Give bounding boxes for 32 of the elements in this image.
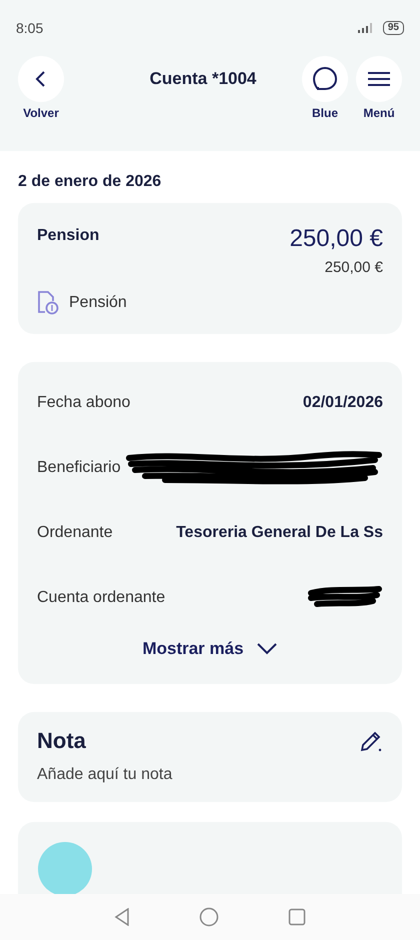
detail-value: 02/01/2026 bbox=[302, 394, 383, 412]
transaction-date: 2 de enero de 2026 bbox=[18, 173, 162, 191]
back-nav-icon[interactable] bbox=[114, 908, 130, 926]
menu-button[interactable] bbox=[356, 56, 402, 102]
transaction-title: Pension bbox=[37, 227, 100, 246]
note-title: Nota bbox=[37, 728, 86, 754]
home-nav-icon[interactable] bbox=[198, 907, 219, 927]
menu-label: Menú bbox=[363, 106, 395, 120]
edit-button[interactable] bbox=[359, 729, 383, 753]
transaction-amount: 250,00 € bbox=[290, 225, 383, 253]
chat-bubble-icon bbox=[312, 66, 338, 92]
chat-label: Blue bbox=[312, 106, 338, 120]
recents-nav-icon[interactable] bbox=[288, 908, 306, 926]
back-label: Volver bbox=[23, 106, 59, 120]
back-button[interactable] bbox=[18, 56, 64, 102]
header-title: Cuenta *1004 bbox=[148, 69, 258, 89]
detail-label: Beneficiario bbox=[37, 458, 121, 476]
show-more-button[interactable]: Mostrar más bbox=[136, 638, 284, 660]
category-label: Pensión bbox=[69, 294, 127, 312]
chevron-down-icon bbox=[256, 642, 278, 656]
menu-icon bbox=[367, 71, 391, 87]
note-field[interactable]: Añade aquí tu nota bbox=[37, 766, 383, 784]
avatar-circle bbox=[38, 842, 92, 896]
battery-level: 95 bbox=[382, 21, 404, 35]
document-coin-icon bbox=[37, 290, 59, 316]
chat-button[interactable] bbox=[302, 56, 348, 102]
detail-label: Fecha abono bbox=[37, 394, 130, 412]
detail-value: Tesoreria General De La Ss bbox=[176, 524, 383, 542]
secondary-amount: 250,00 € bbox=[324, 259, 383, 276]
detail-label: Cuenta ordenante bbox=[37, 588, 166, 606]
status-time: 8:05 bbox=[16, 20, 44, 36]
detail-label: Ordenante bbox=[37, 524, 113, 542]
